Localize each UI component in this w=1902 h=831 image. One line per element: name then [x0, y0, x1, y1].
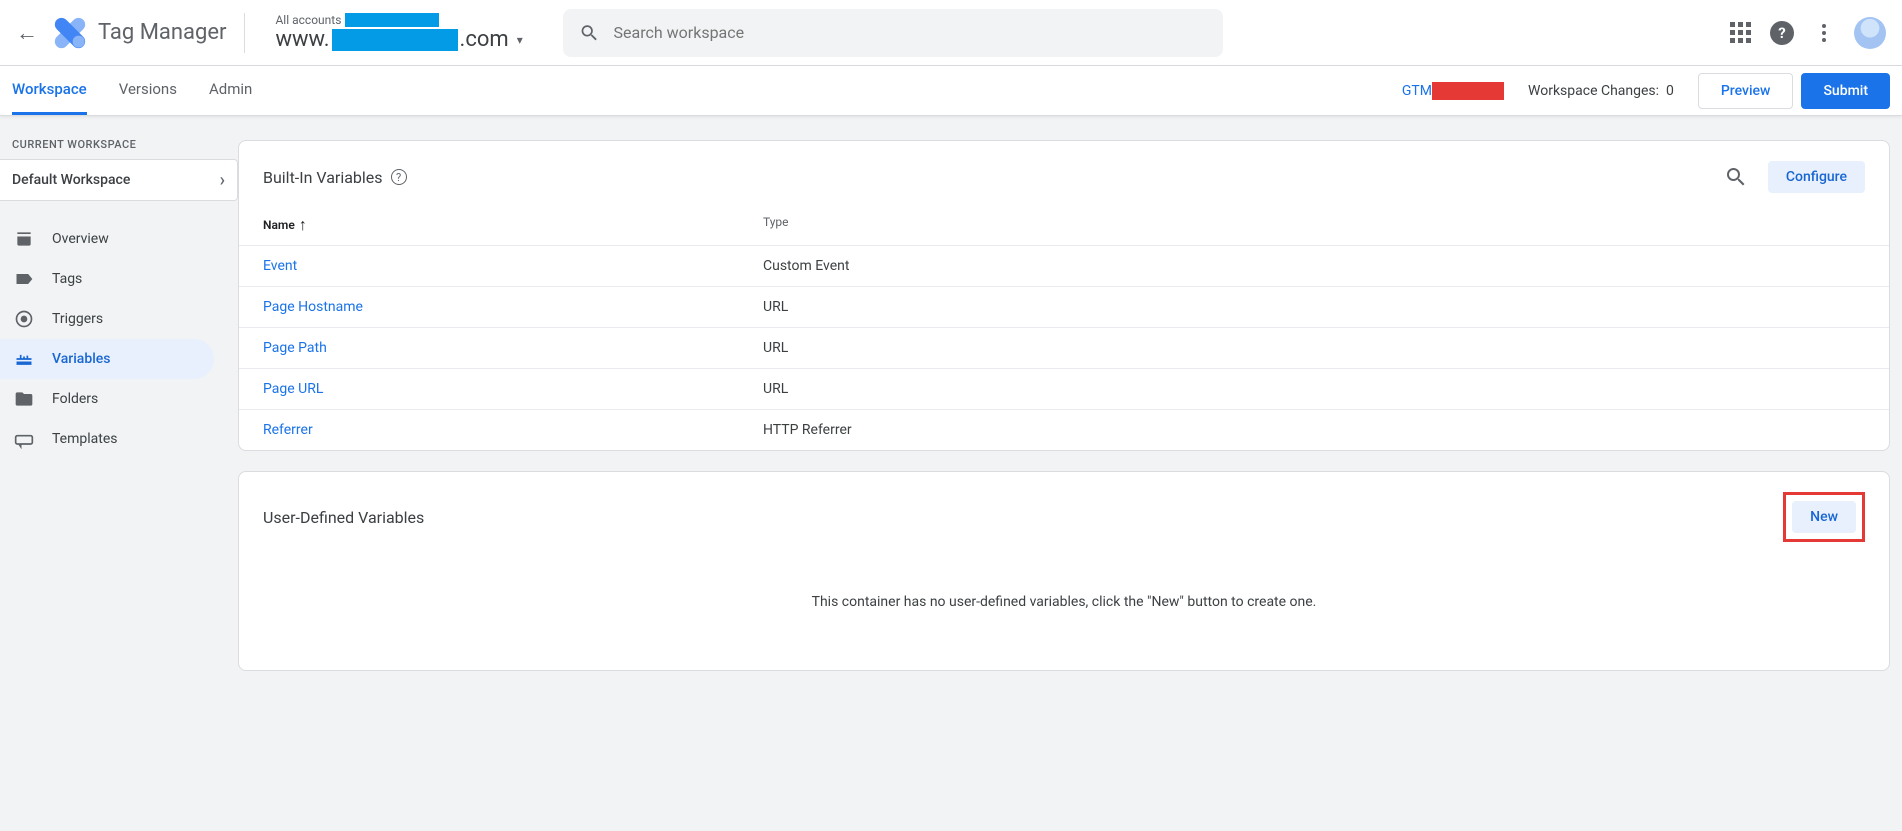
workspace-name: Default Workspace	[12, 172, 130, 188]
redacted-container	[1432, 82, 1504, 100]
trigger-icon	[14, 309, 34, 329]
variable-name[interactable]: Page URL	[263, 381, 763, 397]
current-workspace-label: CURRENT WORKSPACE	[0, 138, 238, 159]
top-header: ← Tag Manager All accounts www. .com ▾ ?	[0, 0, 1902, 66]
new-button[interactable]: New	[1792, 501, 1856, 533]
main-tabs: Workspace Versions Admin	[12, 66, 252, 115]
col-name-header[interactable]: Name ↑	[263, 215, 763, 235]
builtin-title: Built-In Variables ?	[263, 168, 407, 187]
variable-name[interactable]: Page Hostname	[263, 299, 763, 315]
domain-suffix: .com	[460, 27, 509, 52]
highlight-annotation: New	[1783, 492, 1865, 542]
card-search-icon[interactable]	[1724, 165, 1748, 189]
variable-type: URL	[763, 340, 1865, 356]
table-row[interactable]: Page URL URL	[239, 368, 1889, 409]
variable-type: URL	[763, 381, 1865, 397]
folder-icon	[14, 389, 34, 409]
back-arrow-icon[interactable]: ←	[16, 12, 42, 54]
table-row[interactable]: Page Path URL	[239, 327, 1889, 368]
help-icon[interactable]: ?	[1770, 21, 1794, 45]
more-icon[interactable]	[1812, 21, 1836, 45]
sidebar-item-label: Tags	[52, 271, 82, 287]
redacted-domain	[332, 29, 458, 51]
submit-button[interactable]: Submit	[1801, 73, 1890, 109]
sub-nav: Workspace Versions Admin GTM Workspace C…	[0, 66, 1902, 116]
overview-icon	[14, 229, 34, 249]
apps-icon[interactable]	[1728, 21, 1752, 45]
header-icons: ?	[1728, 17, 1886, 49]
table-row[interactable]: Event Custom Event	[239, 245, 1889, 286]
tag-icon	[14, 269, 34, 289]
search-icon	[579, 22, 600, 44]
sort-arrow-icon: ↑	[299, 215, 307, 235]
domain-prefix: www.	[275, 27, 329, 52]
redacted-account	[345, 13, 439, 27]
help-icon[interactable]: ?	[391, 169, 407, 185]
main-content: Built-In Variables ? Configure Name ↑ Ty…	[238, 116, 1902, 715]
sidebar-item-variables[interactable]: Variables	[0, 339, 214, 379]
tab-admin[interactable]: Admin	[209, 66, 252, 115]
sidebar-item-label: Folders	[52, 391, 98, 407]
search-bar[interactable]	[563, 9, 1223, 57]
variable-type: URL	[763, 299, 1865, 315]
sidebar-item-folders[interactable]: Folders	[0, 379, 214, 419]
table-header: Name ↑ Type	[239, 205, 1889, 245]
variable-name[interactable]: Event	[263, 258, 763, 274]
sidebar: CURRENT WORKSPACE Default Workspace › Ov…	[0, 116, 238, 715]
logo-area: Tag Manager	[54, 13, 245, 53]
sidebar-item-triggers[interactable]: Triggers	[0, 299, 214, 339]
workspace-selector[interactable]: Default Workspace ›	[0, 159, 238, 201]
variable-name[interactable]: Page Path	[263, 340, 763, 356]
table-row[interactable]: Referrer HTTP Referrer	[239, 409, 1889, 450]
empty-message: This container has no user-defined varia…	[239, 554, 1889, 670]
avatar[interactable]	[1854, 17, 1886, 49]
sidebar-item-overview[interactable]: Overview	[0, 219, 214, 259]
col-type-header[interactable]: Type	[763, 215, 1865, 235]
account-selector[interactable]: All accounts www. .com ▾	[257, 13, 530, 52]
nav-list: Overview Tags Triggers Variables Folders…	[0, 219, 238, 459]
variable-name[interactable]: Referrer	[263, 422, 763, 438]
builtin-variables-card: Built-In Variables ? Configure Name ↑ Ty…	[238, 140, 1890, 451]
container-id[interactable]: GTM	[1402, 82, 1504, 100]
sidebar-item-tags[interactable]: Tags	[0, 259, 214, 299]
chevron-right-icon: ›	[220, 170, 225, 191]
search-input[interactable]	[614, 23, 1207, 42]
template-icon	[14, 429, 34, 449]
app-title: Tag Manager	[98, 20, 226, 45]
tab-versions[interactable]: Versions	[119, 66, 177, 115]
sidebar-item-templates[interactable]: Templates	[0, 419, 214, 459]
sidebar-item-label: Templates	[52, 431, 118, 447]
sidebar-item-label: Triggers	[52, 311, 103, 327]
preview-button[interactable]: Preview	[1698, 73, 1794, 109]
configure-button[interactable]: Configure	[1768, 161, 1865, 193]
variable-type: Custom Event	[763, 258, 1865, 274]
table-row[interactable]: Page Hostname URL	[239, 286, 1889, 327]
variable-type: HTTP Referrer	[763, 422, 1865, 438]
workspace-changes: Workspace Changes: 0	[1528, 83, 1674, 99]
sidebar-item-label: Variables	[52, 351, 110, 367]
gtm-logo-icon	[54, 17, 86, 49]
all-accounts-label: All accounts	[275, 13, 341, 27]
sidebar-item-label: Overview	[52, 231, 109, 247]
tab-workspace[interactable]: Workspace	[12, 66, 87, 115]
variable-icon	[14, 349, 34, 369]
dropdown-caret-icon: ▾	[517, 33, 523, 47]
userdef-variables-card: User-Defined Variables New This containe…	[238, 471, 1890, 671]
userdef-title: User-Defined Variables	[263, 508, 424, 527]
